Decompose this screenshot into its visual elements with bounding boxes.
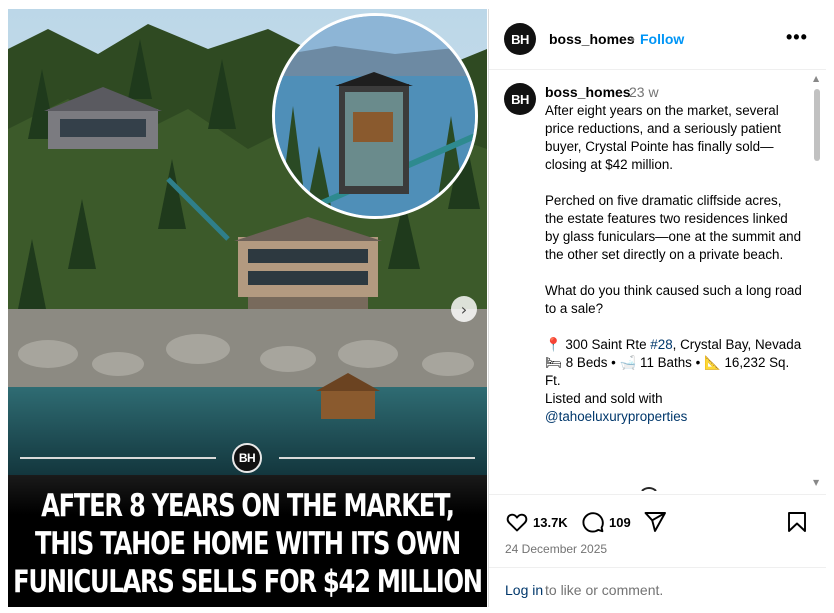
scroll-down-arrow-icon[interactable]: ▼ [813,478,819,487]
brand-badge: BH [232,443,262,473]
listed-line: Listed and sold with [545,391,663,406]
beds-text: 8 Beds • [565,355,616,370]
post-actions: 13.7K 109 24 December 2025 Log in to lik… [489,494,826,607]
comment-icon [582,512,604,533]
address-line: 📍 300 Saint Rte #28, Crystal Bay, Nevada [545,336,803,354]
funicular-inset-photo [272,13,478,219]
divider-line-right [279,457,475,459]
post-image[interactable]: › BH AFTER 8 YEARS ON THE MARKET, THIS T… [8,9,487,607]
header-separator: • [630,31,635,47]
save-button[interactable] [785,510,809,534]
bathtub-icon: 🛁 [619,355,637,370]
ruler-icon: 📐 [704,355,721,370]
instagram-post-modal: › BH AFTER 8 YEARS ON THE MARKET, THIS T… [0,0,834,613]
follow-button[interactable]: Follow [640,31,684,47]
bed-icon: 🛏 [545,355,562,370]
post-side-panel: BH boss_homes • Follow ••• BH boss_homes… [488,9,826,607]
login-prompt: Log in to like or comment. [489,567,826,608]
comment-button[interactable]: 109 [581,510,631,534]
loading-spinner-icon [638,487,660,491]
caption-avatar[interactable]: BH [504,83,536,115]
divider-line-left [20,457,216,459]
share-button[interactable] [643,510,667,534]
post-date: 24 December 2025 [505,542,608,556]
brand-divider: BH [20,443,475,473]
comment-count[interactable]: 109 [609,515,631,530]
next-slide-button[interactable]: › [451,296,477,322]
specs-line: 🛏 8 Beds • 🛁 11 Baths • 📐 16,232 Sq. Ft. [545,354,803,390]
address-suffix: , Crystal Bay, Nevada [672,337,802,352]
like-count[interactable]: 13.7K [533,515,568,530]
more-options-icon[interactable]: ••• [786,27,808,48]
like-button[interactable]: 13.7K [505,510,568,534]
caption-text: After eight years on the market, several… [545,102,803,426]
avatar[interactable]: BH [504,23,536,55]
caption-paragraph-3: What do you think caused such a long roa… [545,283,802,316]
chevron-right-icon: › [460,299,468,319]
paper-plane-icon [644,512,666,532]
caption-scroll-area[interactable]: BH boss_homes 23 w After eight years on … [489,71,826,491]
bookmark-icon [788,512,806,532]
address-prefix: 300 Saint Rte [565,337,651,352]
location-pin-icon: 📍 [545,337,562,352]
heart-icon [506,513,528,532]
headline-line-2: THIS TAHOE HOME WITH ITS OWN [34,526,461,562]
caption-paragraph-1: After eight years on the market, several… [545,103,781,172]
mention-link[interactable]: @tahoeluxuryproperties [545,408,803,426]
headline-line-3: FUNICULARS SELLS FOR $42 MILLION [13,564,483,600]
post-header: BH boss_homes • Follow ••• [489,9,826,70]
login-prompt-text: to like or comment. [545,582,664,598]
scroll-up-arrow-icon[interactable]: ▲ [813,74,819,83]
header-username[interactable]: boss_homes [549,31,635,47]
caption-scrollbar[interactable]: ▲ ▼ [811,71,823,491]
scrollbar-thumb[interactable] [814,89,820,161]
hashtag-link[interactable]: #28 [650,337,672,352]
headline-line-1: AFTER 8 YEARS ON THE MARKET, [41,488,455,524]
image-headline: AFTER 8 YEARS ON THE MARKET, THIS TAHOE … [8,475,487,607]
caption-timestamp[interactable]: 23 w [629,84,659,100]
baths-text: 11 Baths • [640,355,701,370]
caption-username[interactable]: boss_homes [545,84,631,100]
caption-paragraph-2: Perched on five dramatic cliffside acres… [545,193,802,262]
login-link[interactable]: Log in [505,582,543,598]
